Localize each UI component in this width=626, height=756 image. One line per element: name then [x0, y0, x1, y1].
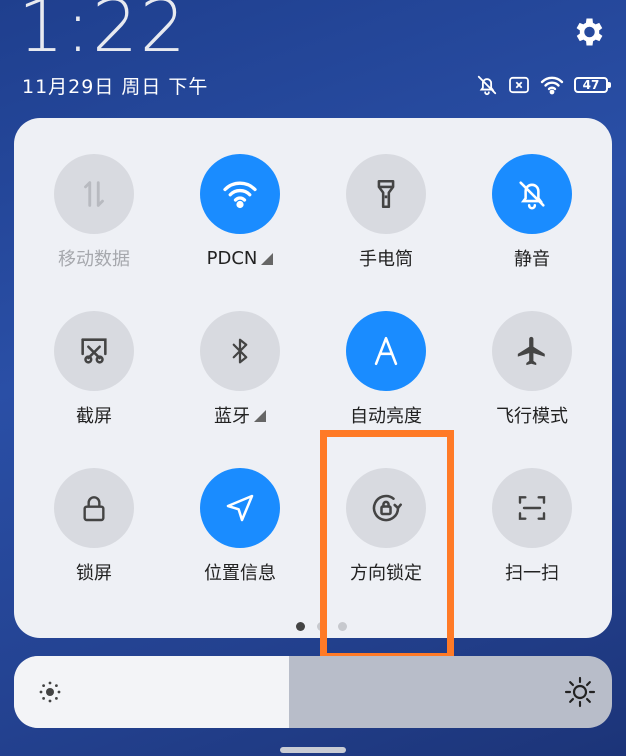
- settings-gear-icon[interactable]: [570, 14, 606, 50]
- tile-label: 飞行模式: [496, 406, 568, 427]
- tile-label: PDCN: [206, 247, 258, 269]
- brightness-slider[interactable]: [14, 656, 612, 728]
- brightness-low-icon: [38, 680, 62, 708]
- screenshot-icon: [54, 311, 134, 391]
- mobile-data-icon: [54, 154, 134, 234]
- tile-screenshot[interactable]: 截屏: [29, 311, 159, 427]
- tile-label: 截屏: [76, 406, 112, 427]
- bluetooth-icon: [200, 311, 280, 391]
- tile-mute[interactable]: 静音: [467, 154, 597, 270]
- tile-label: 自动亮度: [350, 406, 422, 427]
- auto-brightness-icon: [346, 311, 426, 391]
- brightness-high-icon: [564, 676, 596, 712]
- expand-triangle-icon: [261, 253, 274, 265]
- status-icons: 47: [476, 72, 611, 98]
- airplane-icon: [492, 311, 572, 391]
- date-text: 11月29日 周日 下午: [22, 76, 209, 98]
- scan-icon: [492, 468, 572, 548]
- tile-location[interactable]: 位置信息: [175, 468, 305, 584]
- tile-airplane[interactable]: 飞行模式: [467, 311, 597, 427]
- tile-flashlight[interactable]: 手电筒: [321, 154, 451, 270]
- expand-triangle-icon: [254, 410, 266, 422]
- clock-time: 1:22: [18, 0, 188, 68]
- wifi-status-icon: [540, 75, 564, 95]
- tile-bluetooth[interactable]: 蓝牙: [175, 311, 305, 427]
- home-indicator[interactable]: [280, 747, 346, 753]
- tile-lock-screen[interactable]: 锁屏: [29, 468, 159, 584]
- tile-label: 静音: [514, 249, 550, 270]
- location-arrow-icon: [200, 468, 280, 548]
- tile-mobile-data[interactable]: 移动数据: [29, 154, 159, 270]
- tile-scan[interactable]: 扫一扫: [467, 468, 597, 584]
- battery-icon: 47: [574, 77, 611, 93]
- tile-label: 扫一扫: [505, 563, 559, 584]
- tile-wifi[interactable]: PDCN: [175, 154, 305, 270]
- tile-label: 移动数据: [58, 249, 130, 270]
- mute-bell-icon: [492, 154, 572, 234]
- tile-label: 手电筒: [359, 249, 413, 270]
- highlight-box: [320, 430, 454, 660]
- tile-label: 锁屏: [76, 563, 112, 584]
- no-sim-icon: [508, 76, 530, 94]
- mute-status-icon: [476, 74, 498, 96]
- quick-settings-panel: 移动数据 PDCN 手电筒 静音 截屏 蓝牙 自动亮度 飞行模式 锁屏 位置信息…: [14, 118, 612, 638]
- tile-label: 位置信息: [204, 563, 276, 584]
- flashlight-icon: [346, 154, 426, 234]
- lock-icon: [54, 468, 134, 548]
- tile-auto-brightness[interactable]: 自动亮度: [321, 311, 451, 427]
- battery-level: 47: [582, 78, 600, 92]
- tile-label: 蓝牙: [214, 406, 250, 427]
- page-dot[interactable]: [296, 622, 305, 631]
- wifi-icon: [200, 154, 280, 234]
